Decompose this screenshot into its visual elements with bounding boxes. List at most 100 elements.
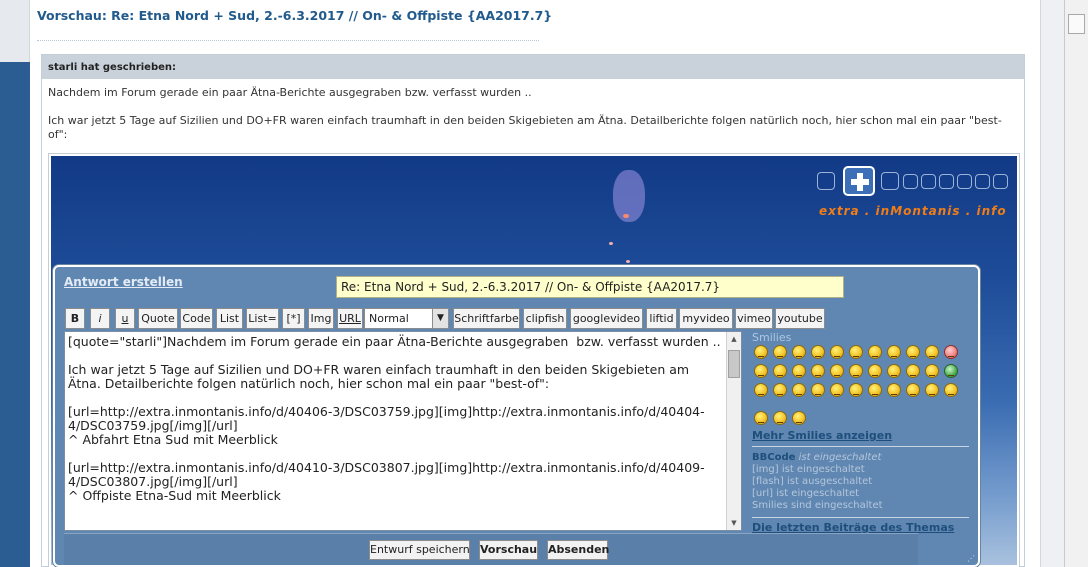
list-item-button[interactable]: [*]: [282, 308, 305, 329]
smiley-icon[interactable]: [887, 345, 901, 359]
smiley-icon[interactable]: [830, 364, 844, 378]
page-title: Vorschau: Re: Etna Nord + Sud, 2.-6.3.20…: [37, 8, 553, 23]
smiley-icon[interactable]: [792, 345, 806, 359]
smiley-icon[interactable]: [792, 383, 806, 397]
smiley-icon[interactable]: [773, 345, 787, 359]
right-page-gutter: [1040, 0, 1064, 567]
textarea-scroll-thumb[interactable]: [728, 350, 740, 378]
googlevideo-button[interactable]: googlevideo: [570, 308, 643, 329]
textarea-scrollbar[interactable]: ▲ ▼: [726, 332, 741, 530]
bold-button[interactable]: B: [65, 308, 85, 329]
smilies-divider: [752, 446, 969, 447]
smiley-icon[interactable]: [849, 364, 863, 378]
logo-square: [881, 172, 899, 190]
list-button[interactable]: List: [216, 308, 243, 329]
smiley-icon[interactable]: [792, 411, 806, 425]
quote-author: starli hat geschrieben:: [42, 55, 1024, 79]
flare-speck: [609, 242, 613, 245]
italic-button[interactable]: i: [90, 308, 110, 329]
smiley-icon[interactable]: [830, 345, 844, 359]
smiley-icon[interactable]: [868, 383, 882, 397]
smiley-icon[interactable]: [944, 364, 958, 378]
quote-button[interactable]: Quote: [138, 308, 178, 329]
underline-button[interactable]: u: [115, 308, 135, 329]
liftid-button[interactable]: liftid: [646, 308, 677, 329]
img-status: [img] ist eingeschaltet: [752, 464, 865, 475]
smiley-icon[interactable]: [754, 364, 768, 378]
smiley-icon[interactable]: [906, 345, 920, 359]
smiley-icon[interactable]: [925, 345, 939, 359]
smiley-icon[interactable]: [849, 383, 863, 397]
reply-title[interactable]: Antwort erstellen: [64, 275, 183, 289]
left-page-strip: [0, 0, 30, 567]
smiley-icon[interactable]: [792, 364, 806, 378]
font-size-select[interactable]: Normal ▼: [364, 308, 449, 329]
status-divider: [752, 517, 969, 518]
quote-paragraph-1: Nachdem im Forum gerade ein paar Ätna-Be…: [48, 86, 532, 99]
logo-square: [993, 174, 1008, 189]
scroll-up-icon[interactable]: ▲: [727, 332, 741, 346]
flare-speck: [626, 260, 630, 263]
clipfish-button[interactable]: clipfish: [523, 308, 567, 329]
smiley-icon[interactable]: [830, 383, 844, 397]
smiley-icon[interactable]: [944, 383, 958, 397]
smiley-icon[interactable]: [887, 383, 901, 397]
code-button[interactable]: Code: [180, 308, 213, 329]
logo-square: [817, 172, 835, 190]
url-status: [url] ist eingeschaltet: [752, 488, 860, 499]
scrollbar-thumb[interactable]: [1068, 14, 1085, 34]
reply-panel: Antwort erstellen Re: Etna Nord + Sud, 2…: [53, 265, 980, 567]
resize-grip-icon[interactable]: ⋰: [967, 554, 975, 563]
img-button[interactable]: Img: [308, 308, 334, 329]
myvideo-button[interactable]: myvideo: [679, 308, 733, 329]
bbcode-link[interactable]: BBCode: [752, 452, 795, 463]
logo-square: [921, 174, 936, 189]
smiley-icon[interactable]: [906, 364, 920, 378]
youtube-button[interactable]: youtube: [775, 308, 825, 329]
smiley-icon[interactable]: [944, 345, 958, 359]
logo-text: extra . inMontanis . info: [819, 204, 1007, 218]
smiley-icon[interactable]: [887, 364, 901, 378]
logo-plus-icon: [843, 166, 875, 196]
smiley-icon[interactable]: [811, 364, 825, 378]
lens-flare: [613, 170, 645, 222]
url-button[interactable]: URL: [337, 308, 363, 329]
preview-button[interactable]: Vorschau: [479, 540, 538, 560]
message-text[interactable]: [quote="starli"]Nachdem im Forum gerade …: [65, 332, 741, 503]
smiley-icon[interactable]: [754, 345, 768, 359]
more-smilies-link[interactable]: Mehr Smilies anzeigen: [752, 429, 892, 442]
title-divider: [37, 40, 539, 41]
smiley-icon[interactable]: [773, 364, 787, 378]
vimeo-button[interactable]: vimeo: [735, 308, 773, 329]
smiley-icon[interactable]: [849, 345, 863, 359]
smilies-title: Smilies: [752, 331, 792, 344]
window-scrollbar[interactable]: [1064, 0, 1088, 567]
save-draft-button[interactable]: Entwurf speichern: [369, 540, 470, 560]
smiley-icon[interactable]: [754, 411, 768, 425]
smiley-icon[interactable]: [868, 364, 882, 378]
message-textarea[interactable]: [quote="starli"]Nachdem im Forum gerade …: [64, 331, 742, 531]
flash-status: [flash] ist ausgeschaltet: [752, 476, 873, 487]
smiley-icon[interactable]: [925, 383, 939, 397]
logo-square: [957, 174, 972, 189]
submit-button[interactable]: Absenden: [547, 540, 609, 560]
quote-body: Nachdem im Forum gerade ein paar Ätna-Be…: [42, 79, 1024, 142]
smiley-icon[interactable]: [811, 345, 825, 359]
bbcode-state: ist eingeschaltet: [798, 452, 882, 463]
smiley-icon[interactable]: [773, 383, 787, 397]
smilies-panel: Smilies Mehr Smilies anzeigen BBCode ist…: [752, 331, 970, 534]
smiley-icon[interactable]: [811, 383, 825, 397]
subject-input[interactable]: Re: Etna Nord + Sud, 2.-6.3.2017 // On- …: [336, 276, 844, 298]
smiley-icon[interactable]: [754, 383, 768, 397]
logo-square: [975, 174, 990, 189]
smiley-icon[interactable]: [906, 383, 920, 397]
list-equals-button[interactable]: List=: [246, 308, 279, 329]
chevron-down-icon[interactable]: ▼: [432, 309, 448, 328]
posting-status: BBCode ist eingeschaltet [img] ist einge…: [752, 452, 883, 512]
smiley-icon[interactable]: [925, 364, 939, 378]
font-color-button[interactable]: Schriftfarbe: [453, 308, 520, 329]
smiley-icon[interactable]: [868, 345, 882, 359]
bbcode-status: BBCode ist eingeschaltet: [752, 452, 883, 464]
smiley-icon[interactable]: [773, 411, 787, 425]
scroll-down-icon[interactable]: ▼: [727, 516, 741, 530]
